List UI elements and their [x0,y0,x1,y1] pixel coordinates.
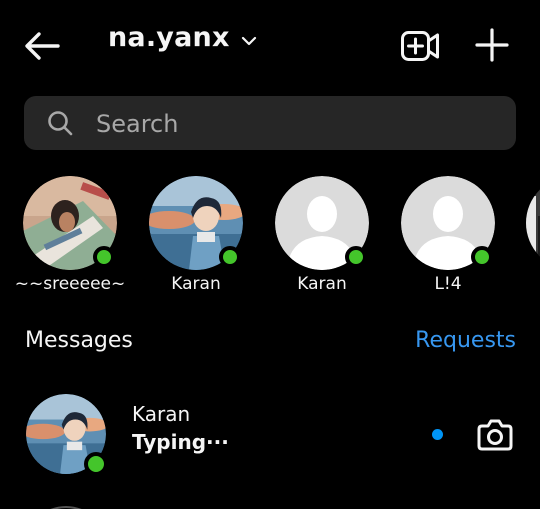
online-status-dot [471,246,493,268]
online-status-dot [345,246,367,268]
story-item[interactable]: L!4 [385,176,511,294]
unread-indicator [432,429,443,440]
story-item[interactable]: Karan [259,176,385,294]
new-message-button[interactable] [474,27,510,63]
message-thread-row[interactable]: Karan Typing··· [0,388,540,480]
avatar [526,176,540,270]
messages-section-title: Messages [25,328,133,353]
story-name: Karan [297,274,347,294]
search-input[interactable] [94,96,498,152]
search-icon [48,111,73,136]
story-item[interactable]: ~~sreeeee~ [7,176,133,294]
story-item[interactable]: Karan [133,176,259,294]
direct-messages-screen: na.yanx Search ~~sreeeee~ Karan Karan L!… [0,0,540,509]
story-name: Karan [171,274,221,294]
story-item-partial[interactable] [526,176,540,270]
account-switcher[interactable]: na.yanx [108,22,258,53]
back-button[interactable] [22,26,62,66]
online-status-dot [84,452,108,476]
active-stories-row: ~~sreeeee~ Karan Karan L!4 [0,176,540,300]
camera-icon [477,419,513,451]
story-name: ~~sreeeee~ [14,274,126,294]
online-status-dot [93,246,115,268]
story-name: L!4 [434,274,462,294]
thread-name: Karan [132,402,191,426]
message-thread-row-partial[interactable] [26,504,106,509]
camera-button[interactable] [476,416,514,454]
search-bar[interactable] [24,96,516,152]
requests-link[interactable]: Requests [415,328,516,353]
new-video-call-button[interactable] [400,28,440,64]
thread-preview: Typing··· [132,430,229,454]
online-status-dot [219,246,241,268]
plus-icon [475,28,509,62]
avatar [50,506,82,509]
chevron-down-icon [241,36,256,45]
new-video-call-icon [401,31,439,61]
account-username: na.yanx [108,22,230,53]
back-arrow-icon [25,32,60,60]
